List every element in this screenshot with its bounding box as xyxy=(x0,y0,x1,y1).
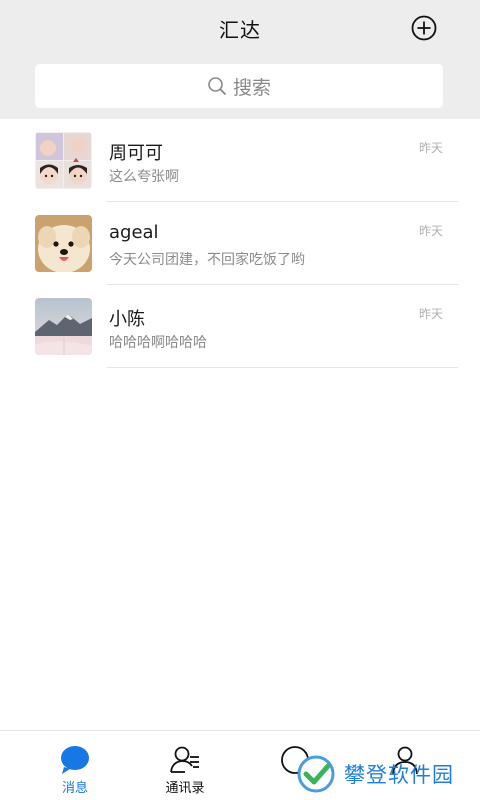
watermark-logo-icon xyxy=(297,755,335,793)
conversation-item[interactable]: 周可可 这么夸张啊 昨天 xyxy=(0,119,480,202)
watermark: 攀登软件园 xyxy=(296,752,476,796)
contact-name: ageal xyxy=(109,222,159,243)
tab-label: 消息 xyxy=(61,781,88,796)
tab-contacts[interactable]: 通讯录 xyxy=(130,731,240,800)
message-preview: 哈哈哈啊哈哈哈 xyxy=(109,335,207,351)
message-preview: 这么夸张啊 xyxy=(109,169,179,185)
conversation-list: 周可可 这么夸张啊 昨天 ageal 今天公司团建，不回家吃饭了哟 昨天 小陈 … xyxy=(0,119,480,368)
plus-circle-icon xyxy=(411,15,437,41)
page-title: 汇达 xyxy=(219,18,261,42)
top-bar: 汇达 搜索 xyxy=(0,0,480,119)
search-bar[interactable]: 搜索 xyxy=(35,64,443,108)
watermark-text: 攀登软件园 xyxy=(344,763,454,787)
conversation-item[interactable]: ageal 今天公司团建，不回家吃饭了哟 昨天 xyxy=(0,202,480,285)
contact-name: 周可可 xyxy=(109,143,163,164)
tab-messages[interactable]: 消息 xyxy=(20,731,130,800)
message-preview: 今天公司团建，不回家吃饭了哟 xyxy=(109,252,305,268)
divider xyxy=(107,367,458,368)
search-placeholder: 搜索 xyxy=(232,76,271,99)
avatar xyxy=(35,132,92,189)
avatar xyxy=(35,298,92,355)
timestamp: 昨天 xyxy=(418,307,443,321)
tab-label: 通讯录 xyxy=(165,781,205,796)
avatar xyxy=(35,215,92,272)
search-icon xyxy=(208,77,226,95)
timestamp: 昨天 xyxy=(418,141,443,155)
contact-name: 小陈 xyxy=(109,309,145,330)
timestamp: 昨天 xyxy=(418,224,443,238)
chat-bubble-icon xyxy=(61,746,89,774)
add-button[interactable] xyxy=(411,15,437,41)
conversation-item[interactable]: 小陈 哈哈哈啊哈哈哈 昨天 xyxy=(0,285,480,368)
contacts-icon xyxy=(170,746,199,773)
